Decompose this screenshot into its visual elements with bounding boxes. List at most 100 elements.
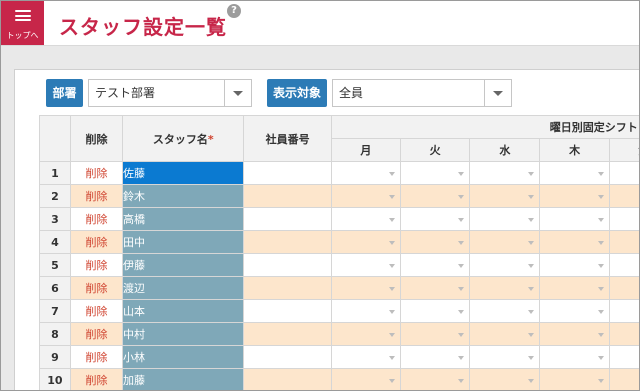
shift-select-cell[interactable] <box>608 368 639 390</box>
staff-name-cell[interactable]: 渡辺 <box>122 276 245 300</box>
employee-number-cell[interactable] <box>243 230 332 254</box>
table-row: 3 削除 高橋 <box>39 207 639 231</box>
shift-select-cell[interactable] <box>608 253 639 277</box>
staff-name-cell[interactable]: 小林 <box>122 345 245 369</box>
shift-select-cell[interactable] <box>469 299 541 323</box>
shift-select-cell[interactable] <box>330 253 401 277</box>
employee-number-cell[interactable] <box>243 207 332 231</box>
delete-link[interactable]: 削除 <box>69 368 124 390</box>
employee-number-cell[interactable] <box>243 276 332 300</box>
shift-select-cell[interactable] <box>399 345 471 369</box>
chevron-down-icon[interactable] <box>224 80 251 106</box>
staff-name-cell[interactable]: 高橋 <box>122 207 245 231</box>
shift-select-cell[interactable] <box>539 299 610 323</box>
row-number: 9 <box>39 345 71 369</box>
staff-settings-panel: 部署 テスト部署 表示対象 全員 削除 スタッフ名* 社員番号 曜日別固定シフト <box>14 69 639 390</box>
shift-select-cell[interactable] <box>399 184 471 208</box>
shift-select-cell[interactable] <box>330 368 401 390</box>
delete-link[interactable]: 削除 <box>69 322 124 346</box>
shift-select-cell[interactable] <box>539 276 610 300</box>
shift-select-cell[interactable] <box>608 230 639 254</box>
shift-select-cell[interactable] <box>330 345 401 369</box>
shift-select-cell[interactable] <box>469 230 541 254</box>
table-row: 8 削除 中村 <box>39 322 639 346</box>
table-row: 4 削除 田中 <box>39 230 639 254</box>
shift-select-cell[interactable] <box>608 161 639 185</box>
row-number: 7 <box>39 299 71 323</box>
shift-select-cell[interactable] <box>539 230 610 254</box>
row-number: 4 <box>39 230 71 254</box>
shift-select-cell[interactable] <box>539 368 610 390</box>
shift-select-cell[interactable] <box>469 368 541 390</box>
menu-button[interactable]: トップへ <box>1 1 44 45</box>
shift-select-cell[interactable] <box>539 322 610 346</box>
department-select-value: テスト部署 <box>95 86 156 100</box>
table-row: 1 削除 佐藤 <box>39 161 639 185</box>
shift-select-cell[interactable] <box>399 368 471 390</box>
shift-select-cell[interactable] <box>469 207 541 231</box>
staff-name-cell[interactable]: 山本 <box>122 299 245 323</box>
day-header-2: 水 <box>469 138 541 162</box>
shift-select-cell[interactable] <box>539 184 610 208</box>
shift-select-cell[interactable] <box>330 161 401 185</box>
delete-link[interactable]: 削除 <box>69 184 124 208</box>
employee-number-cell[interactable] <box>243 368 332 390</box>
delete-link[interactable]: 削除 <box>69 207 124 231</box>
staff-name-cell[interactable]: 佐藤 <box>122 161 245 185</box>
shift-select-cell[interactable] <box>608 184 639 208</box>
shift-select-cell[interactable] <box>330 230 401 254</box>
shift-select-cell[interactable] <box>399 322 471 346</box>
employee-number-cell[interactable] <box>243 161 332 185</box>
shift-select-cell[interactable] <box>608 276 639 300</box>
shift-select-cell[interactable] <box>330 276 401 300</box>
shift-select-cell[interactable] <box>399 276 471 300</box>
shift-select-cell[interactable] <box>539 253 610 277</box>
table-row: 2 削除 鈴木 <box>39 184 639 208</box>
employee-number-cell[interactable] <box>243 322 332 346</box>
shift-select-cell[interactable] <box>399 230 471 254</box>
shift-select-cell[interactable] <box>469 276 541 300</box>
shift-select-cell[interactable] <box>399 207 471 231</box>
delete-column-header: 削除 <box>69 115 124 162</box>
chevron-down-icon[interactable] <box>484 80 511 106</box>
delete-link[interactable]: 削除 <box>69 299 124 323</box>
staff-name-cell[interactable]: 田中 <box>122 230 245 254</box>
shift-select-cell[interactable] <box>608 322 639 346</box>
shift-select-cell[interactable] <box>469 345 541 369</box>
staff-name-cell[interactable]: 加藤 <box>122 368 245 390</box>
shift-select-cell[interactable] <box>399 161 471 185</box>
shift-select-cell[interactable] <box>539 345 610 369</box>
delete-link[interactable]: 削除 <box>69 345 124 369</box>
day-header-3: 木 <box>539 138 610 162</box>
delete-link[interactable]: 削除 <box>69 161 124 185</box>
shift-select-cell[interactable] <box>539 161 610 185</box>
delete-link[interactable]: 削除 <box>69 230 124 254</box>
delete-link[interactable]: 削除 <box>69 253 124 277</box>
shift-select-cell[interactable] <box>608 345 639 369</box>
shift-select-cell[interactable] <box>330 184 401 208</box>
staff-name-cell[interactable]: 鈴木 <box>122 184 245 208</box>
shift-select-cell[interactable] <box>608 207 639 231</box>
shift-select-cell[interactable] <box>469 184 541 208</box>
employee-number-cell[interactable] <box>243 184 332 208</box>
shift-select-cell[interactable] <box>330 322 401 346</box>
staff-name-cell[interactable]: 伊藤 <box>122 253 245 277</box>
employee-number-cell[interactable] <box>243 253 332 277</box>
shift-select-cell[interactable] <box>330 207 401 231</box>
shift-select-cell[interactable] <box>330 299 401 323</box>
display-target-select[interactable]: 全員 <box>332 79 512 107</box>
employee-number-cell[interactable] <box>243 299 332 323</box>
employee-number-cell[interactable] <box>243 345 332 369</box>
shift-select-cell[interactable] <box>469 322 541 346</box>
shift-select-cell[interactable] <box>399 253 471 277</box>
shift-select-cell[interactable] <box>469 253 541 277</box>
shift-select-cell[interactable] <box>399 299 471 323</box>
shift-select-cell[interactable] <box>539 207 610 231</box>
shift-select-cell[interactable] <box>608 299 639 323</box>
help-icon[interactable]: ? <box>227 4 241 18</box>
department-select[interactable]: テスト部署 <box>88 79 252 107</box>
delete-link[interactable]: 削除 <box>69 276 124 300</box>
staff-name-cell[interactable]: 中村 <box>122 322 245 346</box>
shift-select-cell[interactable] <box>469 161 541 185</box>
page-header: トップへ スタッフ設定一覧 ? <box>1 1 639 46</box>
